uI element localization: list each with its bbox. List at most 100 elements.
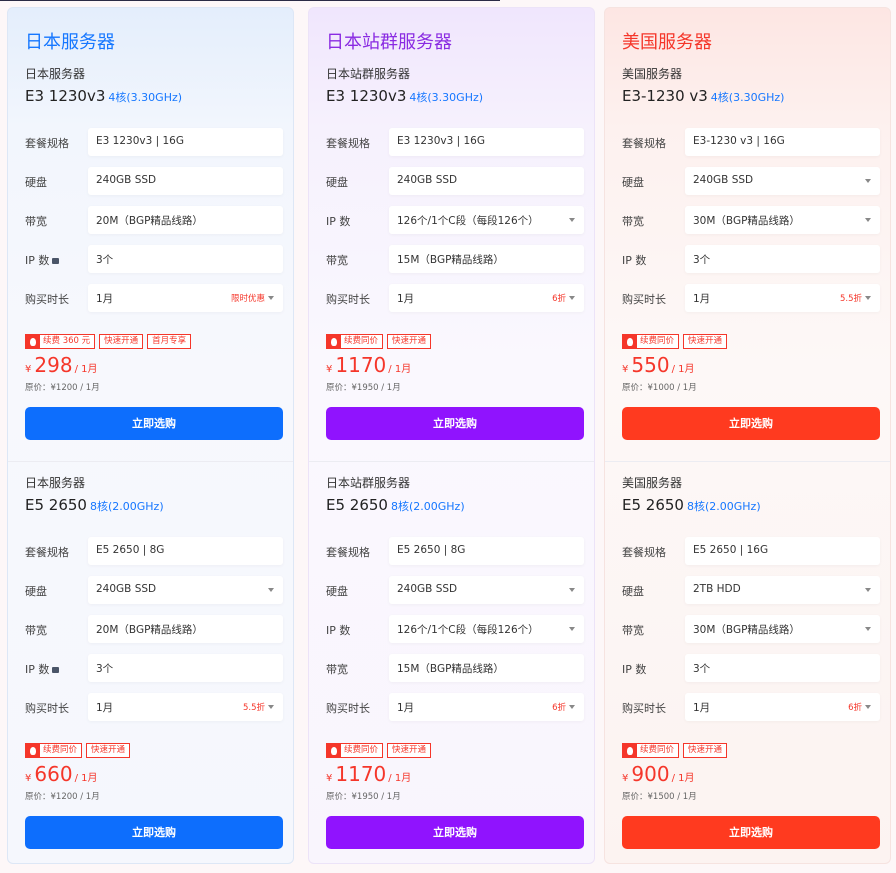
config-label: 购买时长	[622, 700, 666, 716]
promo-badge: 续费同价	[622, 743, 680, 758]
badge-label: 续费同价	[344, 336, 379, 346]
column-title: 日本站群服务器	[326, 32, 452, 53]
badge-group: 续费同价 快速开通	[622, 743, 731, 759]
config-field: 20M（BGP精品线路）	[88, 206, 283, 234]
price-amount: 900	[631, 762, 670, 786]
config-row: IP 数 3个	[605, 654, 890, 682]
badge-label: 快速开通	[392, 336, 427, 346]
info-icon[interactable]	[52, 258, 60, 264]
config-label-text: 带宽	[326, 254, 348, 267]
plan-card: 日本站群服务器 E5 2650 8核(2.00GHz) 套餐规格 E5 2650 | 8…	[309, 461, 594, 863]
config-row: 硬盘 240GB SSD	[309, 576, 594, 604]
config-label-text: 购买时长	[622, 702, 666, 715]
cpu-spec: E5 2650 8核(2.00GHz)	[326, 495, 465, 514]
discount-tag: 6折	[848, 703, 862, 713]
config-row: 带宽 15M（BGP精品线路）	[309, 245, 594, 273]
config-field: E5 2650 | 8G	[88, 537, 283, 565]
cpu-spec: E5 2650 8核(2.00GHz)	[25, 495, 164, 514]
config-field: 15M（BGP精品线路）	[389, 654, 584, 682]
config-row: 购买时长 1月 限时优惠	[8, 284, 293, 312]
column-title: 日本服务器	[25, 32, 115, 53]
badge-group: 续费同价 快速开通	[326, 743, 435, 759]
promo-badge: 快速开通	[387, 334, 432, 349]
config-select[interactable]: 240GB SSD	[685, 167, 880, 195]
cpu-cores: 4核(3.30GHz)	[409, 91, 484, 104]
cpu-spec: E5 2650 8核(2.00GHz)	[622, 495, 761, 514]
config-label: 套餐规格	[326, 544, 370, 560]
buy-now-button[interactable]: 立即选购	[25, 816, 283, 849]
config-value: 15M（BGP精品线路）	[397, 254, 504, 266]
price-period: / 1月	[74, 364, 98, 375]
original-price: 原价：¥1500 / 1月	[622, 792, 697, 802]
plan-name: 美国服务器	[622, 476, 683, 490]
buy-now-button[interactable]: 立即选购	[25, 407, 283, 440]
config-select[interactable]: 1月 5.5折	[685, 284, 880, 312]
config-select[interactable]: 1月 6折	[389, 284, 584, 312]
plan-card: 美国服务器 E3-1230 v3 4核(3.30GHz) 套餐规格 E3-1230 v3…	[605, 53, 890, 461]
config-label: 硬盘	[622, 174, 644, 190]
config-label: 购买时长	[25, 291, 69, 307]
config-label-text: 购买时长	[25, 293, 69, 306]
config-select[interactable]: 240GB SSD	[389, 576, 584, 604]
config-value: 1月	[397, 293, 415, 305]
config-label-text: IP 数	[326, 215, 351, 228]
column-title: 美国服务器	[622, 32, 712, 53]
buy-now-button[interactable]: 立即选购	[622, 816, 880, 849]
config-label: 硬盘	[25, 174, 47, 190]
config-row: IP 数 3个	[8, 654, 293, 682]
fire-icon	[623, 335, 637, 348]
config-row: 套餐规格 E3 1230v3 | 16G	[8, 128, 293, 156]
config-select[interactable]: 1月 6折	[685, 693, 880, 721]
config-label-text: 带宽	[25, 215, 47, 228]
chevron-down-icon	[569, 588, 575, 592]
config-row: IP 数 3个	[605, 245, 890, 273]
config-field: E5 2650 | 8G	[389, 537, 584, 565]
config-label-text: 套餐规格	[25, 137, 69, 150]
price-period: / 1月	[671, 364, 695, 375]
config-select[interactable]: 126个/1个C段（每段126个）	[389, 206, 584, 234]
config-select[interactable]: 2TB HDD	[685, 576, 880, 604]
buy-now-button[interactable]: 立即选购	[622, 407, 880, 440]
config-row: 套餐规格 E5 2650 | 16G	[605, 537, 890, 565]
config-label: IP 数	[622, 252, 646, 268]
config-row: 带宽 30M（BGP精品线路）	[605, 615, 890, 643]
config-value: 20M（BGP精品线路）	[96, 215, 203, 227]
config-select[interactable]: 30M（BGP精品线路）	[685, 615, 880, 643]
config-select[interactable]: 1月 6折	[389, 693, 584, 721]
config-label: 套餐规格	[25, 135, 69, 151]
fire-icon	[327, 335, 341, 348]
config-row: 带宽 30M（BGP精品线路）	[605, 206, 890, 234]
config-label-text: 带宽	[25, 624, 47, 637]
config-field: E3-1230 v3 | 16G	[685, 128, 880, 156]
cpu-model: E5 2650	[25, 496, 87, 514]
plan-name: 日本服务器	[25, 67, 86, 81]
config-label: IP 数	[25, 252, 60, 268]
original-price: 原价：¥1200 / 1月	[25, 792, 100, 802]
config-field: 20M（BGP精品线路）	[88, 615, 283, 643]
config-row: 套餐规格 E5 2650 | 8G	[309, 537, 594, 565]
config-select[interactable]: 1月 5.5折	[88, 693, 283, 721]
price-period: / 1月	[74, 773, 98, 784]
buy-now-button[interactable]: 立即选购	[326, 407, 584, 440]
config-label-text: IP 数	[622, 663, 647, 676]
config-field: 3个	[685, 245, 880, 273]
config-label: 硬盘	[25, 583, 47, 599]
config-label: IP 数	[326, 622, 350, 638]
buy-now-button[interactable]: 立即选购	[326, 816, 584, 849]
price: ¥1170/ 1月	[326, 762, 411, 786]
config-select[interactable]: 30M（BGP精品线路）	[685, 206, 880, 234]
config-select[interactable]: 126个/1个C段（每段126个）	[389, 615, 584, 643]
config-label-text: 套餐规格	[622, 137, 666, 150]
config-row: IP 数 126个/1个C段（每段126个）	[309, 615, 594, 643]
config-select[interactable]: 240GB SSD	[88, 576, 283, 604]
product-column: 美国服务器 美国服务器 E3-1230 v3 4核(3.30GHz) 套餐规格 E3-12…	[604, 7, 891, 864]
config-label: 硬盘	[326, 583, 348, 599]
discount-tag: 5.5折	[839, 294, 862, 304]
cpu-cores: 4核(3.30GHz)	[108, 91, 183, 104]
info-icon[interactable]	[52, 667, 60, 673]
promo-badge: 续费同价	[25, 743, 83, 758]
config-select[interactable]: 1月 限时优惠	[88, 284, 283, 312]
config-value: 30M（BGP精品线路）	[693, 624, 800, 636]
fire-icon	[327, 744, 341, 757]
price: ¥298/ 1月	[25, 353, 97, 377]
